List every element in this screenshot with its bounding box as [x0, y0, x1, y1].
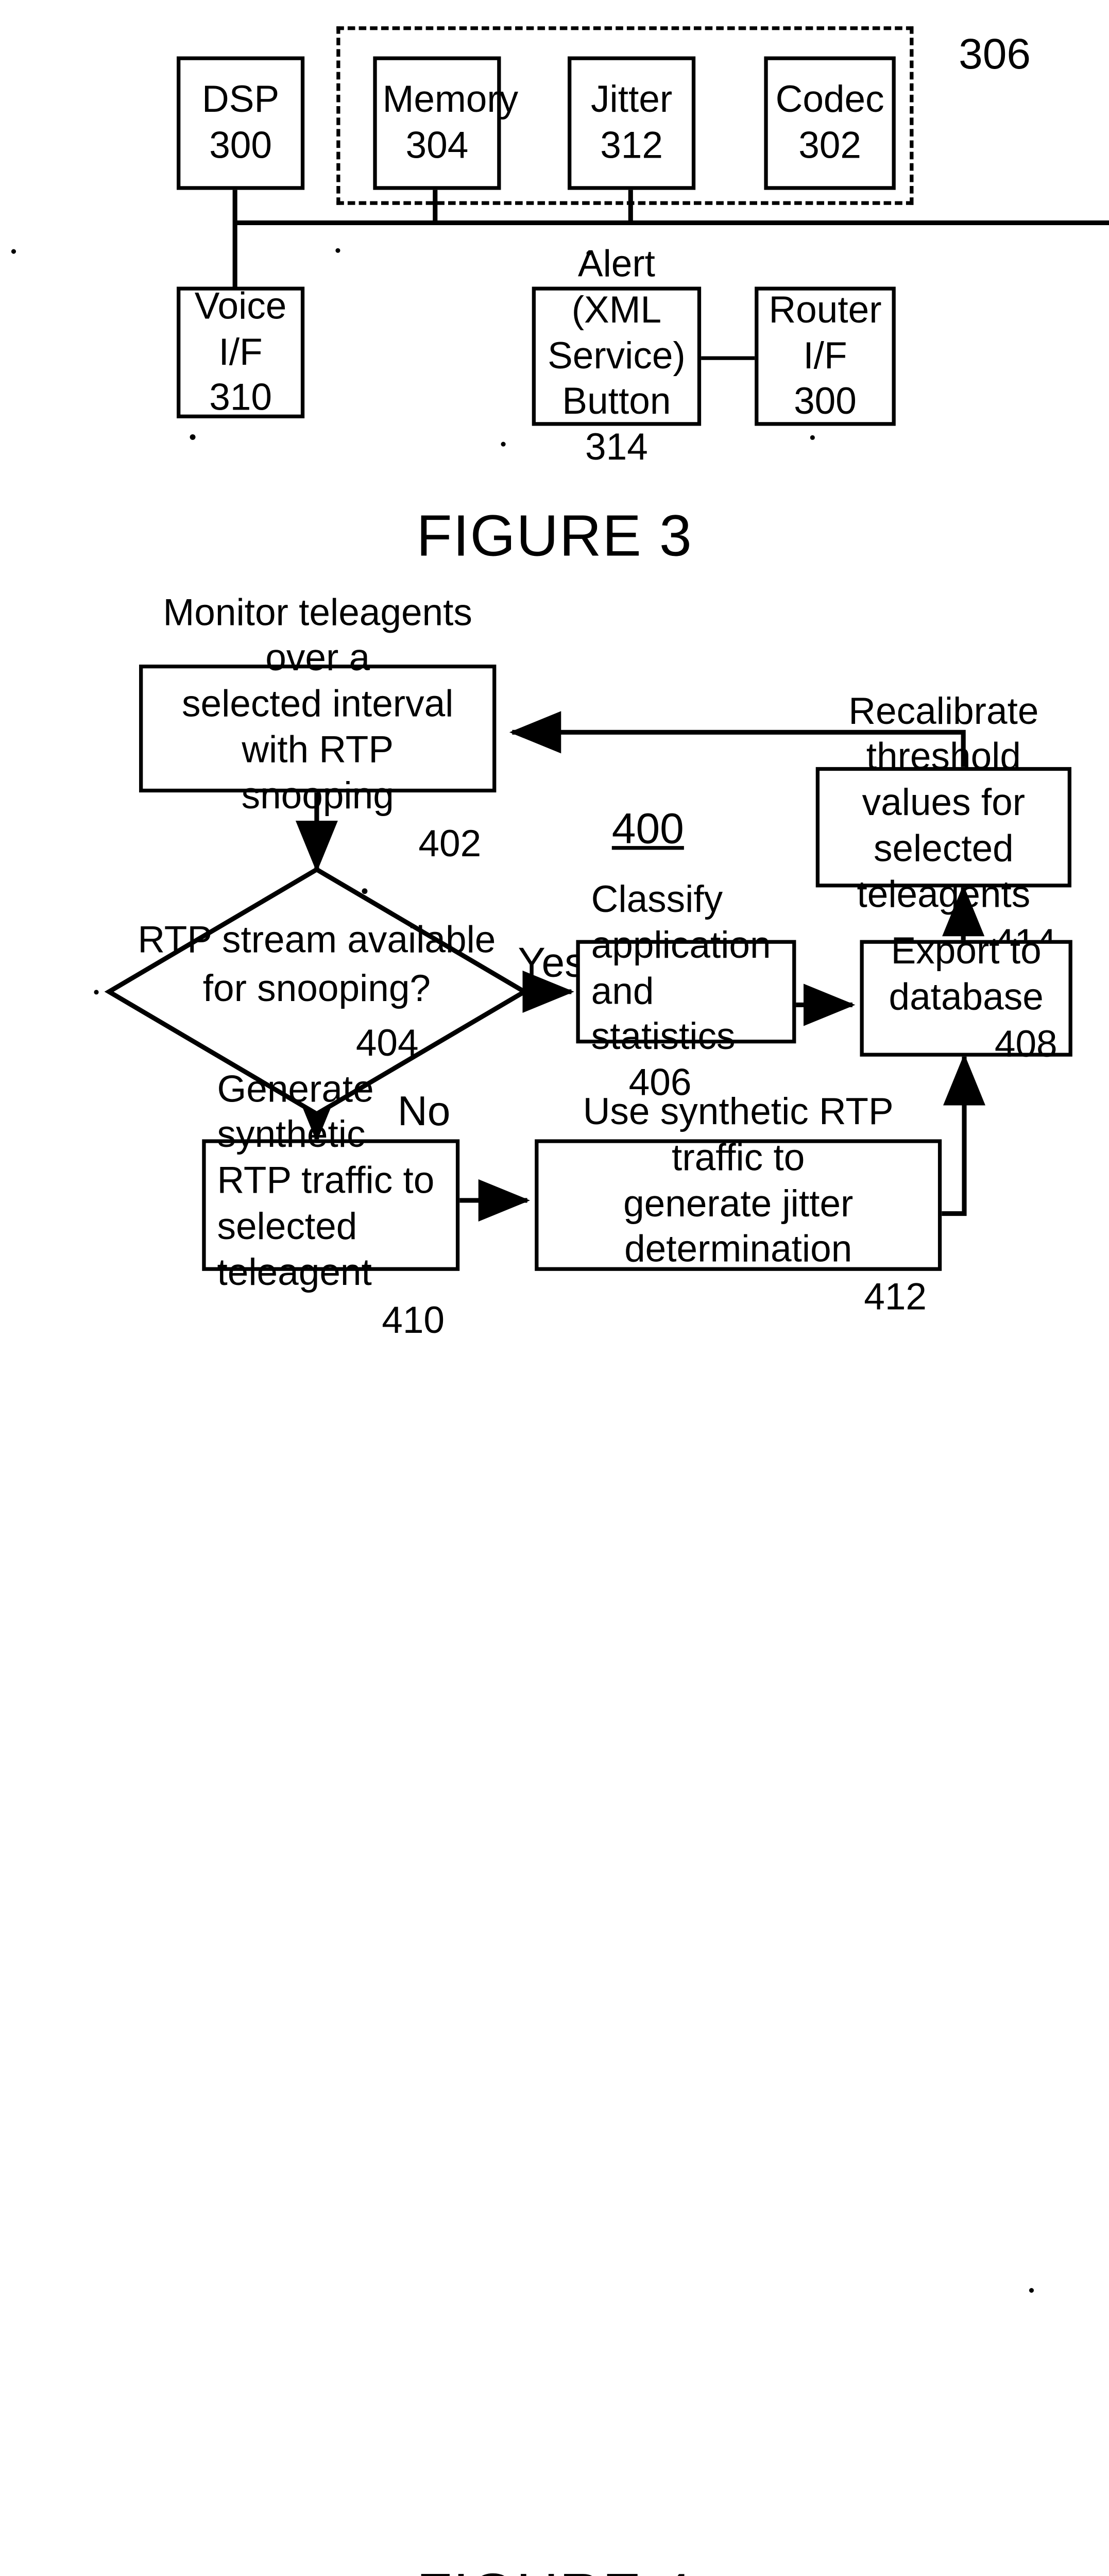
step-usejitter-line1: Use synthetic RTP traffic to: [583, 1091, 894, 1179]
step-monitor-line1: Monitor teleagents over a: [163, 591, 472, 680]
step-monitor-teleagents: Monitor teleagents over a selected inter…: [139, 592, 497, 865]
node-voice-interface-number: 310: [209, 377, 272, 419]
node-voice-interface: Voice I/F 310: [177, 285, 305, 419]
node-dsp: DSP 300: [177, 56, 305, 190]
step-monitor-ref: 402: [418, 823, 482, 865]
decision-line2: for snooping?: [202, 968, 431, 1010]
scan-speck: [362, 888, 368, 894]
scan-speck: [810, 435, 815, 440]
node-alert-line3: Button 314: [562, 381, 671, 469]
node-alert-line2: Service): [548, 335, 686, 377]
step-classify-application: Classify application and statistics 406: [576, 879, 796, 1104]
node-jitter: Jitter 312: [568, 56, 696, 190]
step-generate-line3: selected teleagent: [217, 1206, 372, 1294]
node-memory-label: Memory: [382, 79, 519, 121]
decision-ref: 404: [355, 1023, 419, 1064]
scan-speck: [586, 251, 591, 256]
scan-speck: [501, 442, 506, 447]
arrow-usejitter-to-export: [942, 1054, 986, 1216]
scan-speck: [1029, 2288, 1034, 2293]
node-codec-label: Codec: [775, 79, 884, 121]
figure3-caption: FIGURE 3: [416, 503, 693, 569]
step-generate-line2: RTP traffic to: [217, 1160, 435, 1202]
step-recalibrate-line3: selected teleagents: [857, 828, 1031, 916]
node-jitter-number: 312: [600, 125, 663, 166]
step-classify-line1: Classify: [591, 879, 723, 921]
node-dsp-label: DSP 300: [202, 79, 280, 166]
step-export-line2: database: [889, 976, 1044, 1018]
step-export-ref: 408: [994, 1024, 1057, 1065]
node-codec: Codec 302: [764, 56, 896, 190]
step-monitor-line2: selected interval with RTP: [181, 683, 454, 771]
step-generate-synthetic-rtp: Generate synthetic RTP traffic to select…: [202, 1069, 460, 1341]
step-monitor-line3: snooping: [241, 775, 394, 817]
decision-line1: RTP stream available: [138, 919, 496, 961]
scan-speck: [335, 248, 340, 253]
step-recalibrate-line2: threshold values for: [862, 736, 1026, 824]
step-generate-ref: 410: [382, 1299, 445, 1341]
step-classify-line3: statistics: [591, 1016, 736, 1058]
scan-speck: [11, 249, 16, 254]
step-recalibrate-thresholds: Recalibrate threshold values for selecte…: [815, 690, 1072, 963]
step-export-to-database: Export to database 408: [860, 930, 1072, 1065]
node-router-interface: Router I/F 300: [755, 286, 896, 426]
node-alert-xml-service-button: Alert (XML Service) Button 314: [532, 244, 702, 468]
reference-number-400: 400: [611, 804, 684, 853]
reference-number-306: 306: [959, 29, 1031, 78]
patent-drawing-sheet: 306 DSP 300 Memory 304 Jitter 312 Codec …: [0, 0, 1109, 2576]
node-router-interface-number: 300: [794, 381, 857, 422]
step-export-line1: Export to: [891, 930, 1042, 972]
node-voice-interface-label: Voice I/F: [194, 285, 287, 373]
step-classify-line2: application and: [591, 925, 771, 1012]
step-recalibrate-line1: Recalibrate: [848, 690, 1039, 732]
node-alert-line1: Alert (XML: [571, 243, 662, 331]
scan-speck: [94, 990, 99, 995]
step-use-synthetic-jitter: Use synthetic RTP traffic to generate ji…: [535, 1091, 942, 1318]
edge-label-yes: Yes: [518, 940, 586, 986]
node-router-interface-label: Router I/F: [769, 289, 882, 377]
node-jitter-label: Jitter: [591, 79, 673, 121]
node-codec-number: 302: [798, 125, 861, 166]
scan-speck: [190, 434, 196, 440]
node-memory-number: 304: [405, 125, 469, 166]
figure4-caption: FIGURE 4: [0, 2562, 1109, 2576]
step-usejitter-line2: generate jitter determination: [623, 1183, 854, 1270]
step-usejitter-ref: 412: [864, 1277, 927, 1318]
step-generate-line1: Generate synthetic: [217, 1068, 374, 1156]
node-memory: Memory 304: [373, 56, 519, 190]
